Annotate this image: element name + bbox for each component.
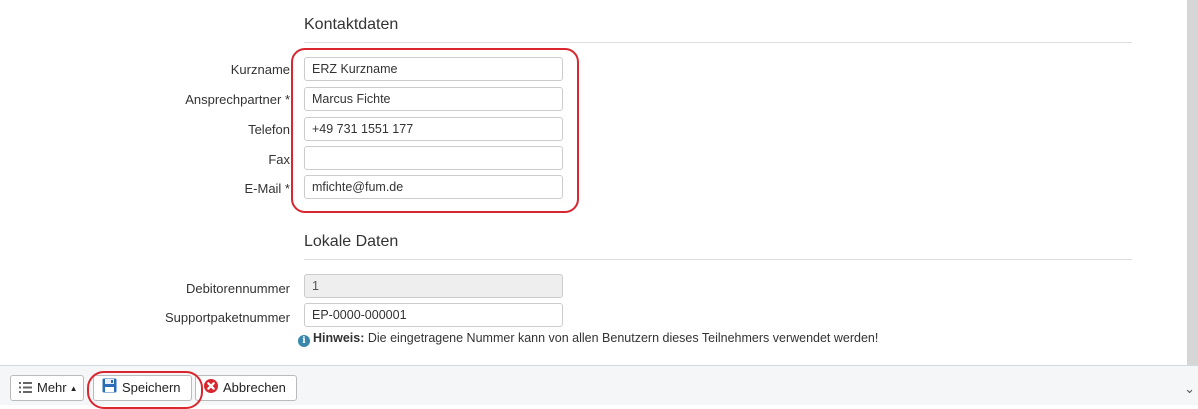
kurzname-input[interactable]: ERZ Kurzname (304, 57, 563, 81)
section-divider (304, 259, 1132, 260)
label-ansprechpartner: Ansprechpartner * (185, 92, 290, 107)
ansprechpartner-input[interactable]: Marcus Fichte (304, 87, 563, 111)
debitorennummer-field: 1 (304, 274, 563, 298)
list-icon (19, 377, 32, 401)
cancel-button[interactable]: Abbrechen (195, 375, 297, 401)
hint-bold: Hinweis: (313, 331, 365, 345)
email-input[interactable]: mfichte@fum.de (304, 175, 563, 199)
supportpaketnummer-input[interactable]: EP-0000-000001 (304, 303, 563, 327)
telefon-input[interactable]: +49 731 1551 177 (304, 117, 563, 141)
caret-up-icon: ▲ (69, 384, 78, 393)
label-telefon: Telefon (248, 122, 290, 137)
scrollbar[interactable] (1187, 0, 1198, 365)
floppy-disk-icon (102, 377, 117, 401)
label-supportpaketnummer: Supportpaketnummer (164, 310, 290, 325)
chevron-down-icon[interactable]: ⌄ (1184, 381, 1195, 397)
more-button[interactable]: Mehr ▲ (10, 375, 84, 401)
footer-toolbar: Mehr ▲ Speichern Abbrechen (0, 365, 1198, 405)
cancel-label: Abbrechen (223, 380, 286, 395)
section-title-lokale-daten: Lokale Daten (304, 233, 399, 250)
more-label: Mehr (37, 380, 67, 395)
info-icon: i (298, 335, 310, 347)
label-fax: Fax (268, 152, 290, 167)
label-kurzname: Kurzname (230, 62, 290, 77)
label-email: E-Mail * (244, 181, 290, 196)
hint-message: Die eingetragene Nummer kann von allen B… (364, 331, 879, 345)
section-title-kontaktdaten: Kontaktdaten (304, 16, 399, 33)
save-button[interactable]: Speichern (93, 375, 192, 401)
cancel-x-icon (204, 377, 218, 401)
section-divider (304, 42, 1132, 43)
save-label: Speichern (122, 380, 181, 395)
label-debitorennummer: Debitorennummer (185, 281, 290, 296)
hint-text: i Hinweis: Die eingetragene Nummer kann v… (298, 331, 878, 347)
fax-input[interactable] (304, 146, 563, 170)
